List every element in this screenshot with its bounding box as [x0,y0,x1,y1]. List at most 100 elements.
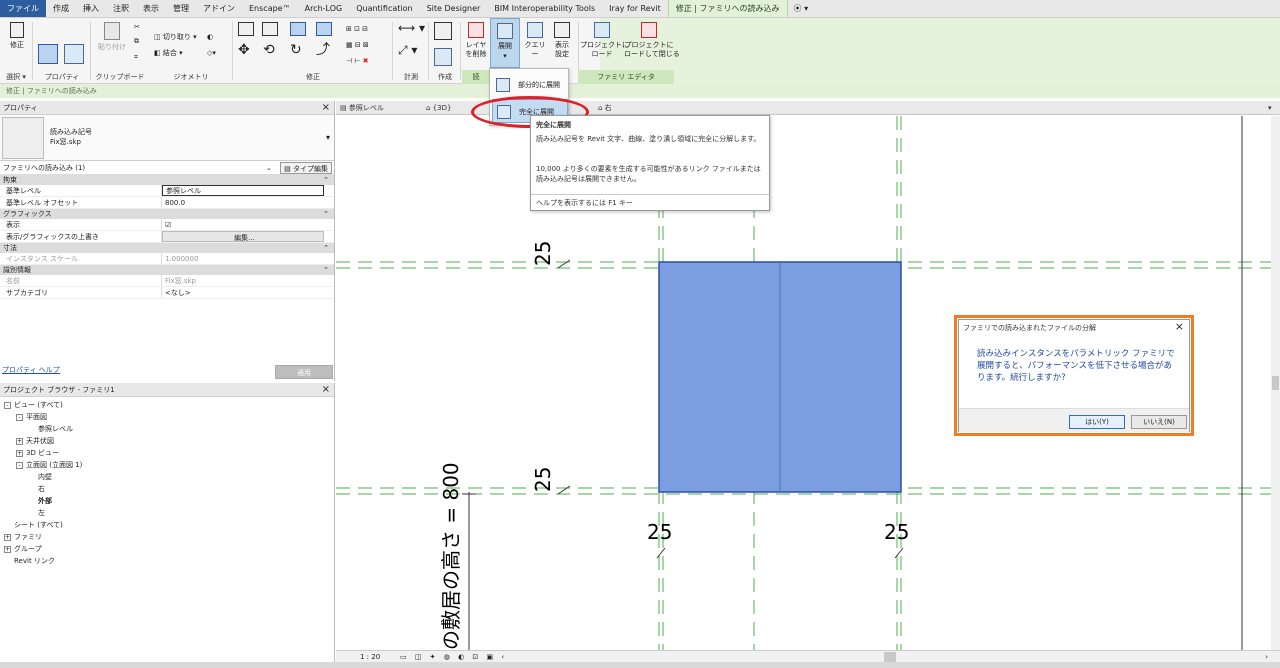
yes-button[interactable]: はい(Y) [1069,415,1125,429]
tree-node[interactable]: シート (すべて) [4,519,63,531]
expand-icon[interactable]: + [16,450,23,457]
align-icon[interactable] [238,22,254,39]
panel-label-select[interactable]: 選択 ▾ [0,70,32,84]
partial-explode-item[interactable]: 部分的に展開 [492,73,568,97]
tab-insert[interactable]: 挿入 [76,0,106,17]
dimension-text[interactable]: 25 [531,467,555,492]
group-constraints[interactable]: 拘束 ⌃ [0,175,334,185]
delete-layers-button[interactable]: レイヤ を削除 [463,22,489,59]
explode-button[interactable]: 展開 ▾ [490,18,520,68]
scissors-icon[interactable]: ✂ [134,22,140,32]
no-button[interactable]: いいえ(N) [1131,415,1187,429]
tab-file[interactable]: ファイル [0,0,46,17]
collapse-icon[interactable]: - [4,402,11,409]
mirror-axis-icon[interactable] [290,22,306,39]
load-into-project-button[interactable]: プロジェクトに ロード [580,22,629,59]
tab-site-designer[interactable]: Site Designer [420,0,488,17]
join-geometry-button[interactable]: ◧ 結合 ▾ [154,48,183,58]
tab-enscape[interactable]: Enscape™ [242,0,298,17]
collapse-icon[interactable]: - [16,414,23,421]
tree-node[interactable]: 内壁 [28,471,52,483]
copy-icon[interactable]: ⧉ [134,36,139,46]
group-identity[interactable]: 識別情報 ⌃ [0,265,334,275]
mirror-draw-icon[interactable] [316,22,332,39]
horizontal-scrollbar-thumb[interactable] [884,652,896,662]
close-icon[interactable]: × [1175,320,1184,333]
property-value[interactable]: <なし> [162,287,324,298]
tree-node[interactable]: Revit リンク [4,555,55,567]
edit-overrides-button[interactable]: 編集... [162,231,324,242]
view-tab-reference-level[interactable]: ▤ 参照レベル [340,101,384,115]
rotate-icon[interactable]: ↻ [290,43,302,57]
collapse-icon[interactable]: - [16,462,23,469]
chevron-down-icon[interactable]: ▾ [326,133,330,142]
modify-button[interactable]: 修正 [4,22,30,50]
apply-button[interactable]: 適用 [275,365,333,379]
measure-icon[interactable]: ⟷ ▾ [398,22,425,34]
tree-node[interactable]: 右 [28,483,45,495]
dimension-icon[interactable]: ⤢ ▾ [398,44,417,56]
tree-node[interactable]: 外部 [28,495,52,507]
tab-iray[interactable]: Iray for Revit [602,0,668,17]
tab-bim-interop[interactable]: BIM Interoperability Tools [487,0,602,17]
properties-help-link[interactable]: プロパティ ヘルプ [2,365,60,375]
group-graphics[interactable]: グラフィックス ⌃ [0,209,334,219]
tree-node[interactable]: - 平面図 [16,411,47,423]
tree-node[interactable]: +3D ビュー [16,447,59,459]
create-similar-icon[interactable] [434,22,452,43]
instance-selector[interactable]: ファミリへの読み込み (1) ⌄ ▤ タイプ編集 [0,161,334,175]
view-tab-3d[interactable]: ⌂ {3D} [426,101,451,115]
cut-geometry-button[interactable]: ◫ 切り取り ▾ [154,32,197,42]
vertical-scrollbar[interactable] [1271,116,1280,650]
group-dimensions[interactable]: 寸法 ⌃ [0,243,334,253]
edit-type-button[interactable]: ▤ タイプ編集 [280,162,332,174]
scale-icon[interactable]: ⊣ ⊢ ✖ [346,56,369,66]
tab-annotate[interactable]: 注釈 [106,0,136,17]
tab-addins[interactable]: アドイン [196,0,242,17]
tree-node[interactable]: + 天井伏図 [16,435,54,447]
type-selector[interactable]: 読み込み記号 Fix窓.skp ▾ [0,115,334,161]
dimension-text[interactable]: 25 [647,520,672,544]
split-icon[interactable]: ⊞ ⊡ ⊟ [346,24,368,34]
query-button[interactable]: クエリー [522,22,548,59]
view-tab-right[interactable]: ⌂ 右 [598,101,612,115]
paste-button[interactable]: 貼り付け [95,22,129,52]
dimension-text[interactable]: 25 [531,241,555,266]
tab-modify-import[interactable]: 修正 | ファミリへの読み込み [667,0,788,17]
tree-node[interactable]: 左 [28,507,45,519]
view-tabs-menu-icon[interactable]: ▾ [1268,101,1272,115]
tree-node[interactable]: + ファミリ [4,531,42,543]
split-face-icon[interactable]: ◇▾ [207,48,216,58]
property-value-input[interactable]: 参照レベル [162,185,324,196]
display-settings-button[interactable]: 表示 設定 [549,22,575,59]
paint-icon[interactable]: ◐ [207,32,213,42]
type-properties-button[interactable] [62,44,86,67]
tree-node[interactable]: - 立面図 (立面図 1) [16,459,82,471]
tab-create[interactable]: 作成 [46,0,76,17]
trim-icon[interactable]: ⤴ [316,43,330,57]
tab-manage[interactable]: 管理 [166,0,196,17]
tab-view[interactable]: 表示 [136,0,166,17]
expand-icon[interactable]: + [4,534,11,541]
tab-options-toggle[interactable]: ⦿ ▾ [788,0,815,17]
close-icon[interactable]: × [322,383,330,397]
visible-checkbox[interactable]: ☑ [162,219,324,230]
offset-icon[interactable] [262,22,278,39]
scrollbar-thumb[interactable] [1272,376,1279,390]
chevron-down-icon[interactable]: ⌄ [266,161,272,175]
create-group-icon[interactable] [434,48,452,69]
load-into-project-close-button[interactable]: プロジェクトに ロードして閉じる [624,22,680,59]
sill-height-label[interactable]: の敷居の高さ = 800 [439,462,463,650]
tab-quantification[interactable]: Quantification [349,0,419,17]
tab-arch-log[interactable]: Arch-LOG [298,0,350,17]
close-icon[interactable]: × [322,101,330,115]
dimension-text[interactable]: 25 [884,520,909,544]
expand-icon[interactable]: + [16,438,23,445]
tree-node[interactable]: + グループ [4,543,42,555]
copy-element-icon[interactable]: ⟲ [263,43,275,57]
properties-button[interactable] [36,44,60,67]
tree-node[interactable]: 参照レベル [28,423,73,435]
expand-icon[interactable]: + [4,546,11,553]
move-icon[interactable]: ✥ [238,43,250,57]
property-value[interactable]: 800.0 [162,197,324,208]
